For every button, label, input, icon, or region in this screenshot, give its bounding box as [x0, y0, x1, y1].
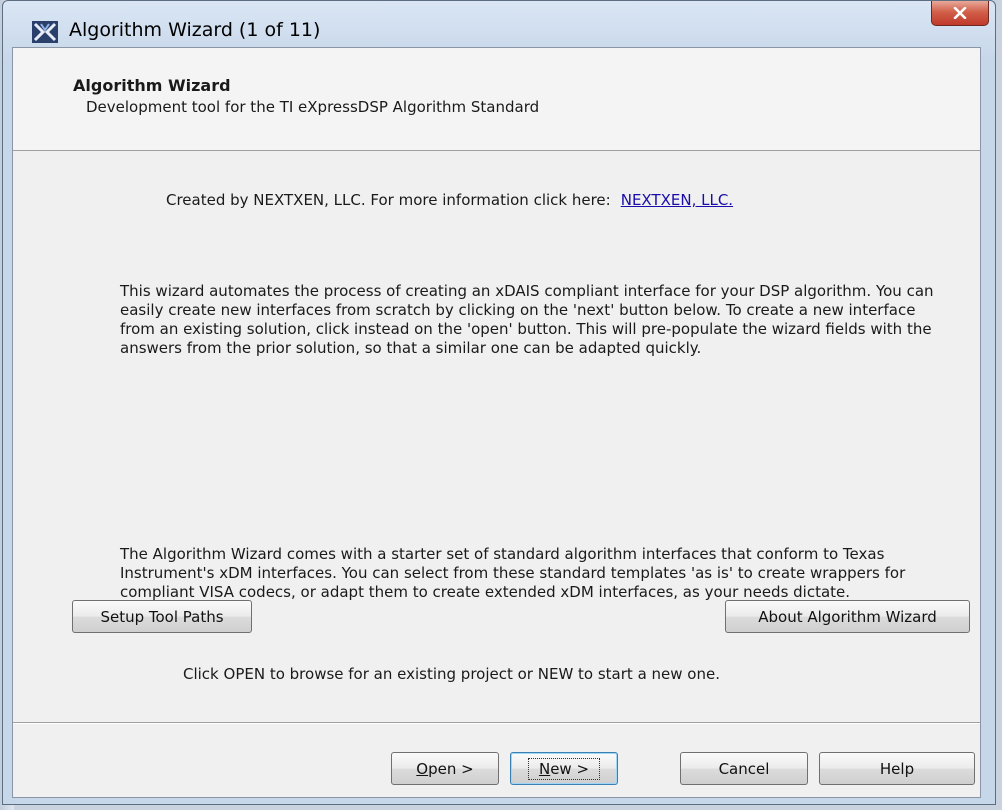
about-algorithm-wizard-button[interactable]: About Algorithm Wizard: [725, 600, 970, 633]
nextxen-link[interactable]: NEXTXEN, LLC.: [621, 191, 733, 209]
new-label-rest: ew >: [550, 759, 590, 778]
open-button[interactable]: Open >: [391, 752, 499, 785]
open-label-rest: pen >: [428, 759, 474, 778]
new-label: New >: [527, 757, 601, 780]
open-label: Open >: [416, 760, 473, 778]
open-new-hint: Click OPEN to browse for an existing pro…: [183, 665, 720, 683]
page-subtitle: Development tool for the TI eXpressDSP A…: [86, 98, 540, 116]
help-button[interactable]: Help: [819, 752, 975, 785]
wizard-window: Algorithm Wizard (1 of 11) Algorithm Wiz…: [2, 0, 996, 805]
wizard-client-area: Algorithm Wizard Development tool for th…: [12, 47, 981, 798]
cancel-button[interactable]: Cancel: [680, 752, 808, 785]
window-title: Algorithm Wizard (1 of 11): [69, 19, 321, 41]
starter-set-description: The Algorithm Wizard comes with a starte…: [120, 545, 906, 601]
nextxen-logo-icon: [32, 21, 58, 43]
close-button[interactable]: [931, 1, 989, 26]
open-mnemonic: O: [416, 759, 429, 778]
page-title: Algorithm Wizard: [73, 76, 231, 95]
new-mnemonic: N: [538, 759, 551, 778]
footer-separator: [13, 722, 980, 724]
wizard-description: This wizard automates the process of cre…: [120, 282, 934, 357]
created-by-text: Created by NEXTXEN, LLC. For more inform…: [166, 191, 611, 209]
setup-tool-paths-button[interactable]: Setup Tool Paths: [72, 600, 252, 633]
created-by-line: Created by NEXTXEN, LLC. For more inform…: [166, 191, 733, 209]
close-x-icon: [953, 7, 967, 19]
wizard-header: Algorithm Wizard Development tool for th…: [13, 48, 980, 151]
new-button[interactable]: New >: [510, 752, 618, 785]
